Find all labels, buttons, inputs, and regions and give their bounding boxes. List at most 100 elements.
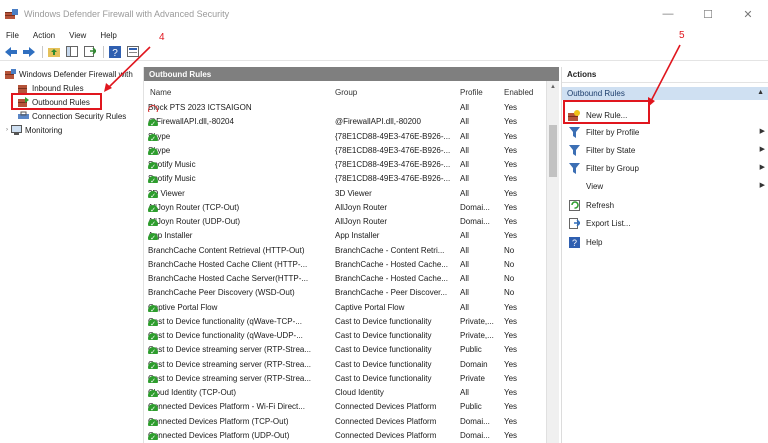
table-row[interactable]: ✓ Cast to Device streaming server (RTP-St… [144,372,546,386]
tree-root[interactable]: Windows Defender Firewall with [5,69,133,79]
action-help[interactable]: ? Help [562,234,768,250]
table-row[interactable]: ✓ Connected Devices Platform (UDP-Out) Con… [144,429,546,443]
action-export-list[interactable]: Export List... [562,215,768,231]
up-folder-icon[interactable] [47,45,61,59]
rule-name-cell: ✓ Spotify Music [148,160,331,169]
table-row[interactable]: ✓ Cast to Device streaming server (RTP-St… [144,343,546,357]
rule-enabled: Yes [504,402,518,412]
rule-enabled: Yes [504,316,518,326]
table-row[interactable]: ✓ App Installer App Installer All Yes [144,229,546,243]
refresh-icon [568,199,580,211]
tree-item-connection-security-rules[interactable]: Connection Security Rules [18,111,126,121]
table-row[interactable]: ✓ Spotify Music {78E1CD88-49E3-476E-B926-.… [144,158,546,172]
action-refresh[interactable]: Refresh [562,197,768,213]
actions-header: Actions [562,67,768,83]
forward-arrow-icon[interactable] [22,45,36,59]
export-list-icon[interactable] [83,45,97,59]
column-header-name[interactable]: Name [150,88,171,97]
rule-group: 3D Viewer [335,188,372,198]
menu-file[interactable]: File [6,31,19,40]
action-filter-by-profile[interactable]: Filter by Profile ▶ [562,124,768,140]
minimize-button[interactable]: — [648,0,688,28]
disabled-rule-icon [148,290,158,297]
submenu-arrow-icon: ▶ [759,146,765,153]
rule-profile: Domai... [460,217,490,226]
table-row[interactable]: ✓ Cast to Device functionality (qWave-UDP… [144,329,546,343]
help-icon: ? [568,236,580,248]
annotation-step-4: 4 [159,32,165,43]
rule-profile: All [460,103,469,112]
menu-action[interactable]: Action [33,31,55,40]
rule-enabled: Yes [504,302,518,312]
rule-enabled: Yes [504,188,518,198]
action-view[interactable]: View ▶ [562,178,768,194]
column-header-group[interactable]: Group [335,88,357,97]
column-header-enabled[interactable]: Enabled [504,88,533,97]
rule-enabled: Yes [504,388,518,397]
properties-icon[interactable] [126,45,140,59]
rules-list-pane: Outbound Rules Name Group Profile Enable… [143,67,559,443]
rule-enabled: No [504,288,515,298]
table-row[interactable]: ✓ @FirewallAPI.dll,-80204 @FirewallAPI.dll… [144,115,546,129]
actions-section-outbound-rules[interactable]: Outbound Rules ▲ [562,87,768,100]
submenu-arrow-icon: ▶ [759,128,765,135]
rule-group: Cast to Device functionality [335,331,432,340]
scrollbar-thumb[interactable] [549,125,557,177]
collapse-caret-icon[interactable]: ▲ [757,89,764,96]
back-arrow-icon[interactable] [4,45,18,59]
rule-profile: All [460,274,469,283]
column-header-profile[interactable]: Profile [460,88,483,97]
table-row[interactable]: ✓ Connected Devices Platform (TCP-Out) Con… [144,415,546,429]
tree-item-monitoring[interactable]: › Monitoring [6,125,62,135]
table-row[interactable]: ✓ Cast to Device streaming server (RTP-St… [144,358,546,372]
table-row[interactable]: ✓ Connected Devices Platform - Wi-Fi Dire… [144,400,546,414]
rule-name-cell: ✓ Cast to Device functionality (qWave-TCP… [148,317,331,326]
action-label: Filter by State [586,145,636,155]
expand-chevron-icon[interactable]: › [6,127,8,133]
rule-enabled: Yes [504,373,518,383]
rule-name: Captive Portal Flow [148,302,218,312]
rule-name: Cloud Identity (TCP-Out) [148,388,237,397]
table-row[interactable]: BranchCache Hosted Cache Client (HTTP-..… [144,258,546,272]
allow-check-icon: ✓ [148,432,158,440]
rule-profile: Domai... [460,202,490,212]
table-row[interactable]: BranchCache Peer Discovery (WSD-Out) Bran… [144,286,546,300]
close-button[interactable]: ✕ [728,0,768,28]
table-row[interactable]: ✓ Cloud Identity (TCP-Out) Cloud Identity A… [144,386,546,400]
show-hide-tree-icon[interactable] [65,45,79,59]
rule-enabled: Yes [504,331,518,340]
rule-profile: All [460,188,469,198]
menu-help[interactable]: Help [100,31,116,40]
table-row[interactable]: ✓ Cast to Device functionality (qWave-TCP… [144,315,546,329]
table-row[interactable]: ✓ AllJoyn Router (UDP-Out) AllJoyn Router D… [144,215,546,229]
scroll-up-icon[interactable]: ▲ [550,84,556,90]
table-row[interactable]: ✓ 3D Viewer 3D Viewer All Yes [144,187,546,201]
maximize-button[interactable]: ☐ [688,0,728,28]
disabled-rule-icon [148,276,158,283]
table-row[interactable]: ✓ Spotify Music {78E1CD88-49E3-476E-B926-.… [144,172,546,186]
rule-name-cell: ✓ AllJoyn Router (TCP-Out) [148,203,331,212]
table-row[interactable]: BranchCache Content Retrieval (HTTP-Out)… [144,244,546,258]
table-row[interactable]: ✓ AllJoyn Router (TCP-Out) AllJoyn Router D… [144,201,546,215]
table-row[interactable]: BranchCache Hosted Cache Server(HTTP-...… [144,272,546,286]
table-row[interactable]: Block PTS 2023 ICTSAIGON All Yes [144,101,546,115]
allow-check-icon: ✓ [148,347,158,355]
table-row[interactable]: ✓ Captive Portal Flow Captive Portal Flow A… [144,301,546,315]
table-row[interactable]: ✓ Skype {78E1CD88-49E3-476E-B926-... All Yes [144,130,546,144]
rule-profile: All [460,245,469,255]
rule-profile: Private [460,373,485,383]
rule-name-cell: ✓ Connected Devices Platform (UDP-Out) [148,431,331,440]
table-row[interactable]: ✓ Skype {78E1CD88-49E3-476E-B926-... All Yes [144,144,546,158]
rule-profile: All [460,160,469,169]
rule-enabled: Yes [504,103,518,112]
tree-item-inbound-rules[interactable]: Inbound Rules [18,83,84,93]
rule-name-cell: ✓ Spotify Music [148,174,331,184]
action-filter-by-group[interactable]: Filter by Group ▶ [562,160,768,176]
help-icon[interactable]: ? [108,45,122,59]
menu-view[interactable]: View [69,31,86,40]
vertical-scrollbar[interactable]: ▲ [546,81,559,443]
rule-group: Cast to Device functionality [335,359,432,369]
rule-group: Connected Devices Platform [335,416,437,426]
action-filter-by-state[interactable]: Filter by State ▶ [562,142,768,158]
tree-root-label: Windows Defender Firewall with [19,69,133,79]
